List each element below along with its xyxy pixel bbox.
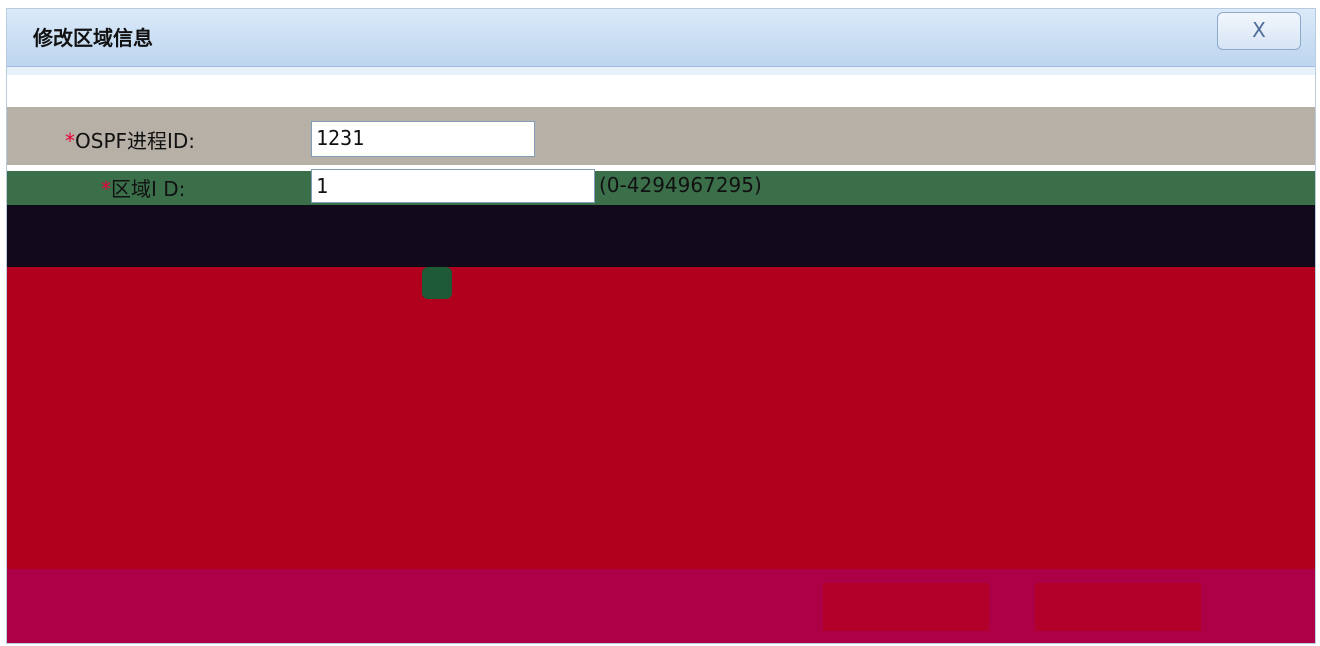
gray-band: [7, 107, 1315, 165]
dialog-title: 修改区域信息: [33, 26, 153, 50]
close-button[interactable]: X: [1217, 12, 1301, 50]
ospf-process-input[interactable]: 1231: [311, 121, 535, 157]
titlebar-strip: [7, 67, 1315, 75]
ospf-process-row: *OSPF进程ID:: [65, 125, 195, 154]
dark-band: [7, 205, 1315, 275]
ospf-process-label: OSPF进程ID:: [75, 129, 196, 153]
area-id-row: *区域I D:: [101, 173, 185, 202]
dialog-titlebar: 修改区域信息 X: [7, 9, 1315, 67]
green-block: [422, 267, 452, 299]
area-id-range-hint: (0-4294967295): [599, 173, 762, 197]
required-mark: *: [101, 177, 111, 201]
area-id-label: 区域I D:: [111, 177, 186, 201]
area-id-input[interactable]: 1: [311, 169, 595, 203]
confirm-button[interactable]: [823, 583, 989, 631]
cancel-button[interactable]: [1035, 583, 1201, 631]
required-mark: *: [65, 129, 75, 153]
edit-area-dialog: 修改区域信息 X *OSPF进程ID: 1231 *区域I D: 1 (0-42…: [6, 8, 1316, 644]
